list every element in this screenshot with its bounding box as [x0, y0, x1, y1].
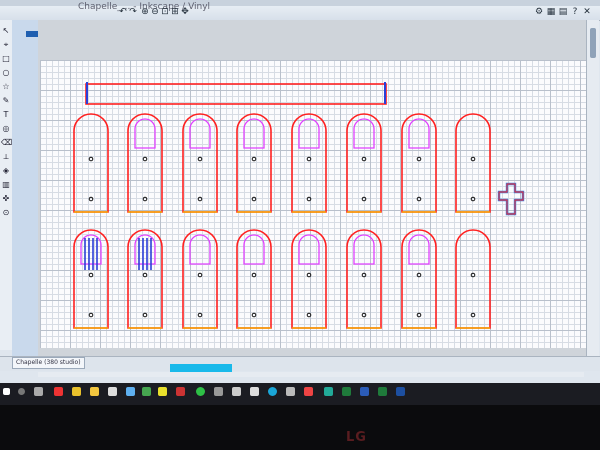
- hole-lower-r1-1[interactable]: [88, 196, 94, 202]
- document-tab[interactable]: Chapelle (380 studio): [12, 357, 85, 369]
- inner-arch-r1-3[interactable]: [189, 118, 211, 149]
- inner-arch-r1-5[interactable]: [298, 118, 320, 149]
- hole-upper-r2-3[interactable]: [197, 272, 203, 278]
- hole-lower-r1-5[interactable]: [306, 196, 312, 202]
- app-icon-4[interactable]: [286, 387, 295, 396]
- file-explorer-icon[interactable]: [90, 387, 99, 396]
- hole-upper-r1-8[interactable]: [470, 156, 476, 162]
- hole-lower-r1-6[interactable]: [361, 196, 367, 202]
- excel-icon[interactable]: [142, 387, 151, 396]
- inner-arch-r2-3[interactable]: [189, 234, 211, 265]
- app-icon-6[interactable]: [324, 387, 333, 396]
- hole-upper-r1-5[interactable]: [306, 156, 312, 162]
- notes-icon[interactable]: [158, 387, 167, 396]
- app-icon-1[interactable]: [214, 387, 223, 396]
- hole-upper-r1-3[interactable]: [197, 156, 203, 162]
- vertical-scroll-thumb[interactable]: [590, 28, 596, 58]
- app-icon-2[interactable]: [232, 387, 241, 396]
- word-icon-2[interactable]: [396, 387, 405, 396]
- acrobat-icon[interactable]: [176, 387, 185, 396]
- hole-upper-r1-4[interactable]: [251, 156, 257, 162]
- start-icon[interactable]: [3, 388, 10, 395]
- hole-upper-r2-2[interactable]: [142, 272, 148, 278]
- inner-arch-r2-4[interactable]: [243, 234, 265, 265]
- hole-upper-r2-4[interactable]: [251, 272, 257, 278]
- inner-arch-r1-6[interactable]: [353, 118, 375, 149]
- hole-upper-r1-7[interactable]: [416, 156, 422, 162]
- hole-upper-r2-6[interactable]: [361, 272, 367, 278]
- inner-arch-r2-7[interactable]: [408, 234, 430, 265]
- inner-arch-r2-6[interactable]: [353, 234, 375, 265]
- design-drawing[interactable]: [0, 0, 600, 392]
- hole-upper-r2-7[interactable]: [416, 272, 422, 278]
- hole-lower-r1-3[interactable]: [197, 196, 203, 202]
- excel-file-icon[interactable]: [342, 387, 351, 396]
- inner-arch-r2-2[interactable]: [134, 234, 156, 265]
- whatsapp-icon[interactable]: [196, 387, 205, 396]
- search-icon[interactable]: [18, 388, 25, 395]
- inner-arch-r2-1[interactable]: [80, 234, 102, 265]
- horizontal-scrollbar[interactable]: [38, 372, 584, 377]
- mail-icon[interactable]: [108, 387, 117, 396]
- inner-arch-r1-7[interactable]: [408, 118, 430, 149]
- inner-arch-r1-4[interactable]: [243, 118, 265, 149]
- hole-upper-r2-5[interactable]: [306, 272, 312, 278]
- inner-arch-r1-2[interactable]: [134, 118, 156, 149]
- vertical-scrollbar[interactable]: [586, 20, 599, 370]
- inner-arch-r2-5[interactable]: [298, 234, 320, 265]
- hole-upper-r2-1[interactable]: [88, 272, 94, 278]
- task-view-icon[interactable]: [34, 387, 43, 396]
- hole-lower-r1-4[interactable]: [251, 196, 257, 202]
- hole-lower-r2-7[interactable]: [416, 312, 422, 318]
- app-icon-3[interactable]: [250, 387, 259, 396]
- hole-lower-r2-8[interactable]: [470, 312, 476, 318]
- opera-icon[interactable]: [54, 387, 63, 396]
- app-window: Chapelle_... - Inkscape / Vinyl ↶ ↷ ⊕ ⊖ …: [0, 0, 600, 392]
- monitor-logo: LG: [346, 430, 367, 445]
- hole-lower-r2-4[interactable]: [251, 312, 257, 318]
- store-icon[interactable]: [126, 387, 135, 396]
- hole-lower-r2-6[interactable]: [361, 312, 367, 318]
- cross-shape-outer[interactable]: [497, 182, 525, 216]
- chrome-icon[interactable]: [72, 387, 81, 396]
- hole-upper-r1-1[interactable]: [88, 156, 94, 162]
- hole-upper-r1-6[interactable]: [361, 156, 367, 162]
- hole-lower-r2-3[interactable]: [197, 312, 203, 318]
- hole-upper-r2-8[interactable]: [470, 272, 476, 278]
- hole-lower-r1-7[interactable]: [416, 196, 422, 202]
- hole-lower-r2-5[interactable]: [306, 312, 312, 318]
- word-icon[interactable]: [360, 387, 369, 396]
- top-banner-rect[interactable]: [85, 83, 387, 105]
- status-bar: [0, 356, 600, 371]
- hole-lower-r1-8[interactable]: [470, 196, 476, 202]
- horizontal-scroll-thumb[interactable]: [170, 364, 232, 372]
- hole-lower-r2-1[interactable]: [88, 312, 94, 318]
- hole-lower-r2-2[interactable]: [142, 312, 148, 318]
- excel-file-icon-2[interactable]: [378, 387, 387, 396]
- app-icon-5[interactable]: [304, 387, 313, 396]
- hole-lower-r1-2[interactable]: [142, 196, 148, 202]
- inkscape-icon[interactable]: [268, 387, 277, 396]
- hole-upper-r1-2[interactable]: [142, 156, 148, 162]
